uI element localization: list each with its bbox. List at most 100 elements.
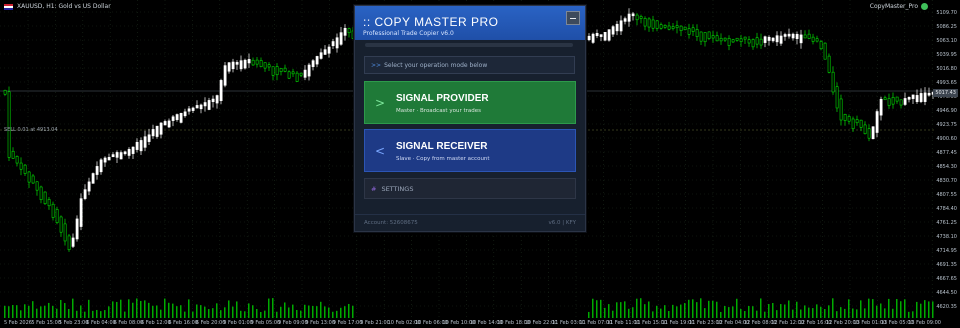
candle-body xyxy=(151,129,155,137)
receiver-description: Slave · Copy from master account xyxy=(396,156,490,162)
volume-bar xyxy=(924,300,926,318)
volume-bar xyxy=(884,308,886,318)
volume-bar xyxy=(808,307,810,318)
expert-advisor-label[interactable]: CopyMaster_Pro xyxy=(870,3,928,10)
volume-bar xyxy=(272,298,274,318)
volume-bar xyxy=(656,305,658,318)
candle-body xyxy=(327,46,331,54)
price-level-label: 4738.10 xyxy=(936,234,957,240)
candle-body xyxy=(803,34,807,39)
volume-bar xyxy=(628,308,630,318)
price-level-label: 4691.35 xyxy=(936,262,957,268)
candle-body xyxy=(847,116,851,122)
candle-body xyxy=(827,55,831,73)
candle-body xyxy=(787,33,791,37)
candle-body xyxy=(275,66,279,76)
candle-body xyxy=(663,24,667,28)
volume-bar xyxy=(704,308,706,318)
volume-bar xyxy=(592,298,594,318)
volume-bar xyxy=(268,298,270,318)
volume-bar xyxy=(252,305,254,318)
candle-body xyxy=(715,35,719,42)
price-axis[interactable]: 5109.70 5086.25 5063.10 5039.95 5016.80 4993.… xyxy=(934,0,960,318)
ea-active-icon xyxy=(921,3,928,10)
time-label: 6 Feb 12:00 xyxy=(141,320,171,326)
candle-body xyxy=(899,99,903,106)
volume-bar xyxy=(780,304,782,318)
volume-bar xyxy=(236,301,238,318)
candle-body xyxy=(635,14,639,21)
candle-body xyxy=(195,105,199,109)
volume-bar xyxy=(56,308,58,318)
candle-body xyxy=(319,52,323,59)
candle-body xyxy=(111,154,115,158)
time-label: 9 Feb 01:00 xyxy=(223,320,253,326)
minimize-button[interactable] xyxy=(566,11,580,25)
candle-body xyxy=(811,36,815,42)
price-level-label: 4644.50 xyxy=(936,290,957,296)
volume-bar xyxy=(256,308,258,318)
volume-bar xyxy=(680,304,682,318)
volume-bar xyxy=(668,311,670,318)
candle-body xyxy=(19,162,23,170)
price-level-label: 4946.90 xyxy=(936,108,957,114)
copy-master-panel: :: COPY MASTER PRO Professional Trade Co… xyxy=(354,5,586,232)
volume-bar xyxy=(716,301,718,318)
price-level-label: 4761.25 xyxy=(936,220,957,226)
candle-body xyxy=(883,97,887,101)
candle-body xyxy=(655,20,659,29)
volume-bar xyxy=(616,302,618,318)
candle-body xyxy=(587,35,591,41)
candle-body xyxy=(183,111,187,117)
volume-bar xyxy=(644,304,646,318)
candle-body xyxy=(87,181,91,192)
candle-body xyxy=(235,62,239,65)
price-level-label: 4784.40 xyxy=(936,206,957,212)
volume-bar xyxy=(212,308,214,318)
candle-body xyxy=(331,41,335,47)
volume-bar xyxy=(608,304,610,318)
candle-body xyxy=(599,34,603,37)
candle-body xyxy=(603,32,607,41)
order-level-label: SELL 0.01 at 4913.04 xyxy=(4,127,58,133)
volume-bar xyxy=(160,309,162,318)
candle-body xyxy=(631,13,635,17)
candle-body xyxy=(159,122,163,135)
candle-body xyxy=(51,203,55,218)
volume-bar xyxy=(344,306,346,318)
candle-body xyxy=(347,28,351,33)
settings-button[interactable]: # SETTINGS xyxy=(364,178,576,199)
candle-body xyxy=(243,59,247,69)
volume-bar xyxy=(88,299,90,318)
candle-body xyxy=(711,35,715,39)
volume-bar xyxy=(812,308,814,318)
volume-bar xyxy=(28,305,30,318)
candle-body xyxy=(3,90,7,95)
status-text: Select your operation mode below xyxy=(384,61,488,69)
volume-bar xyxy=(824,309,826,318)
volume-bar xyxy=(620,302,622,318)
candle-body xyxy=(799,34,803,44)
volume-bar xyxy=(68,308,70,318)
volume-bar xyxy=(132,302,134,318)
candle-body xyxy=(291,71,295,75)
signal-provider-button[interactable]: > SIGNAL PROVIDER Master · Broadcast you… xyxy=(364,81,576,124)
candle-body xyxy=(691,27,695,32)
panel-header[interactable]: :: COPY MASTER PRO Professional Trade Co… xyxy=(355,6,585,40)
candle-body xyxy=(7,91,11,158)
volume-bar xyxy=(792,309,794,318)
panel-scrollbar[interactable] xyxy=(365,43,573,47)
candle-body xyxy=(171,116,175,121)
volume-bar xyxy=(736,298,738,318)
candle-body xyxy=(591,33,595,43)
time-axis[interactable]: 5 Feb 2026 5 Feb 15:00 5 Feb 23:00 6 Feb 04… xyxy=(0,318,941,328)
volume-bar xyxy=(700,298,702,318)
volume-bar xyxy=(340,307,342,318)
signal-receiver-button[interactable]: < SIGNAL RECEIVER Slave · Copy from mast… xyxy=(364,129,576,172)
candle-body xyxy=(859,119,863,128)
volume-bar xyxy=(164,298,166,318)
volume-bar xyxy=(180,305,182,318)
volume-bar xyxy=(820,306,822,318)
volume-bar xyxy=(832,298,834,318)
candle-body xyxy=(127,149,131,156)
